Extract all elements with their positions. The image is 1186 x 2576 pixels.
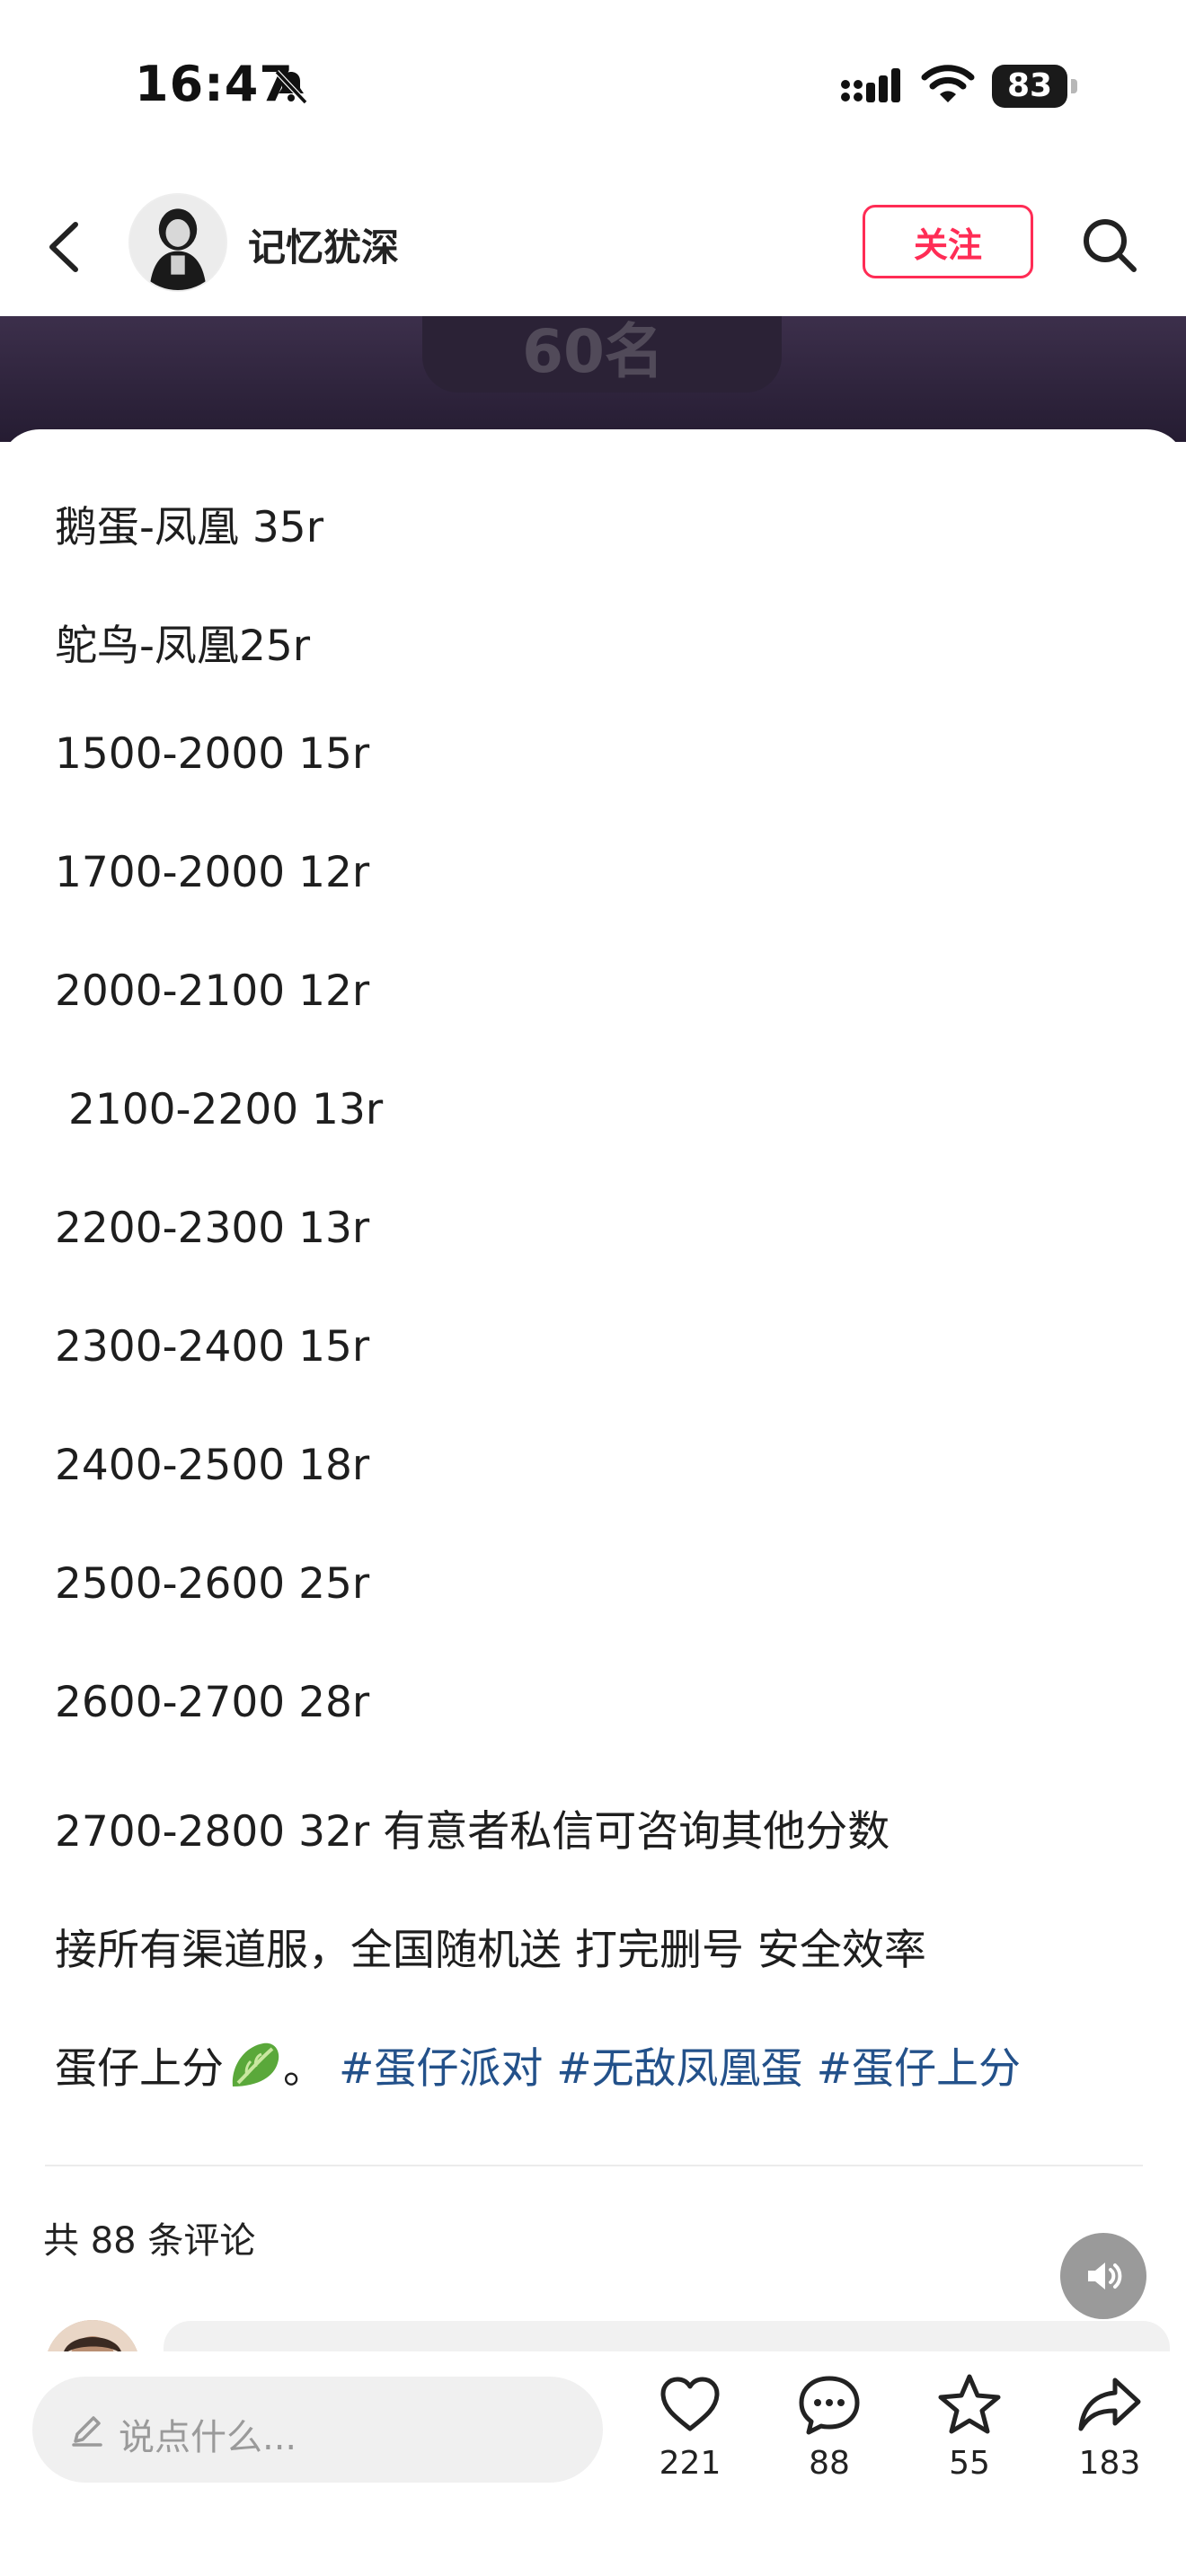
post-line: 2200-2300 13r	[55, 1204, 370, 1253]
search-icon[interactable]	[1078, 214, 1141, 277]
bottom-action-bar: 说点什么... 221 88 55 183	[0, 2351, 1186, 2576]
favorite-count: 55	[949, 2445, 990, 2482]
post-line-text: 蛋仔上分	[55, 2044, 224, 2094]
post-line: 1700-2000 12r	[55, 848, 370, 897]
comment-input[interactable]: 说点什么...	[32, 2377, 603, 2483]
post-line: 2400-2500 18r	[55, 1441, 370, 1490]
divider	[45, 2165, 1143, 2166]
lettuce-emoji-icon	[232, 2042, 279, 2086]
status-time: 16:47	[135, 56, 294, 112]
like-count: 221	[659, 2445, 721, 2482]
post-line-punct: 。	[283, 2044, 325, 2094]
post-image-text: 60名	[522, 317, 664, 386]
comment-count: 88	[809, 2445, 850, 2482]
bell-muted-icon	[274, 69, 308, 105]
status-bar: 16:47 83	[0, 0, 1186, 171]
share-button[interactable]: 183	[1060, 2371, 1159, 2482]
post-last-line: 蛋仔上分 。 #蛋仔派对 #无敌凤凰蛋 #蛋仔上分	[55, 2033, 1021, 2095]
favorite-button[interactable]: 55	[920, 2371, 1019, 2482]
post-line: 2300-2400 15r	[55, 1322, 370, 1372]
post-line: 1500-2000 15r	[55, 729, 370, 779]
post-line: 2600-2700 28r	[55, 1678, 370, 1727]
post-line: 2700-2800 32r 有意者私信可咨询其他分数	[55, 1807, 890, 1857]
author-avatar[interactable]	[128, 193, 227, 292]
battery-level: 83	[1006, 67, 1053, 104]
hashtag-link[interactable]: #蛋仔上分	[817, 2044, 1021, 2094]
comment-bubble-icon	[799, 2376, 860, 2435]
follow-button[interactable]: 关注	[863, 205, 1033, 278]
heart-icon	[660, 2377, 720, 2431]
post-line: 鹅蛋-凤凰 35r	[55, 503, 324, 552]
comment-button[interactable]: 88	[780, 2371, 879, 2482]
cellular-signal-icon	[841, 68, 900, 102]
pencil-icon	[72, 2416, 102, 2447]
post-line: 2000-2100 12r	[55, 966, 370, 1016]
post-header: 记忆犹深 关注	[0, 180, 1186, 314]
hashtag-link[interactable]: #无敌凤凰蛋	[556, 2044, 802, 2094]
comment-count-label: 共 88 条评论	[43, 2220, 256, 2262]
share-arrow-icon	[1078, 2378, 1141, 2431]
author-name[interactable]: 记忆犹深	[248, 217, 399, 272]
post-line: 2500-2600 25r	[55, 1559, 370, 1609]
sound-toggle-button[interactable]	[1060, 2233, 1146, 2319]
hashtag-link[interactable]: #蛋仔派对	[339, 2044, 543, 2094]
post-line: 鸵鸟-凤凰25r	[55, 622, 311, 671]
post-line: 2100-2200 13r	[55, 1085, 384, 1134]
battery-indicator: 83	[992, 65, 1078, 108]
back-arrow-icon[interactable]	[38, 217, 92, 277]
star-icon	[938, 2374, 1001, 2434]
wifi-icon	[921, 65, 975, 102]
post-line: 接所有渠道服，全国随机送 打完删号 安全效率	[55, 1926, 926, 1975]
like-button[interactable]: 221	[641, 2371, 739, 2482]
speaker-icon	[1088, 2263, 1122, 2289]
comment-input-placeholder: 说点什么...	[119, 2417, 297, 2458]
share-count: 183	[1078, 2445, 1141, 2482]
post-image[interactable]: 60名	[0, 316, 1186, 442]
